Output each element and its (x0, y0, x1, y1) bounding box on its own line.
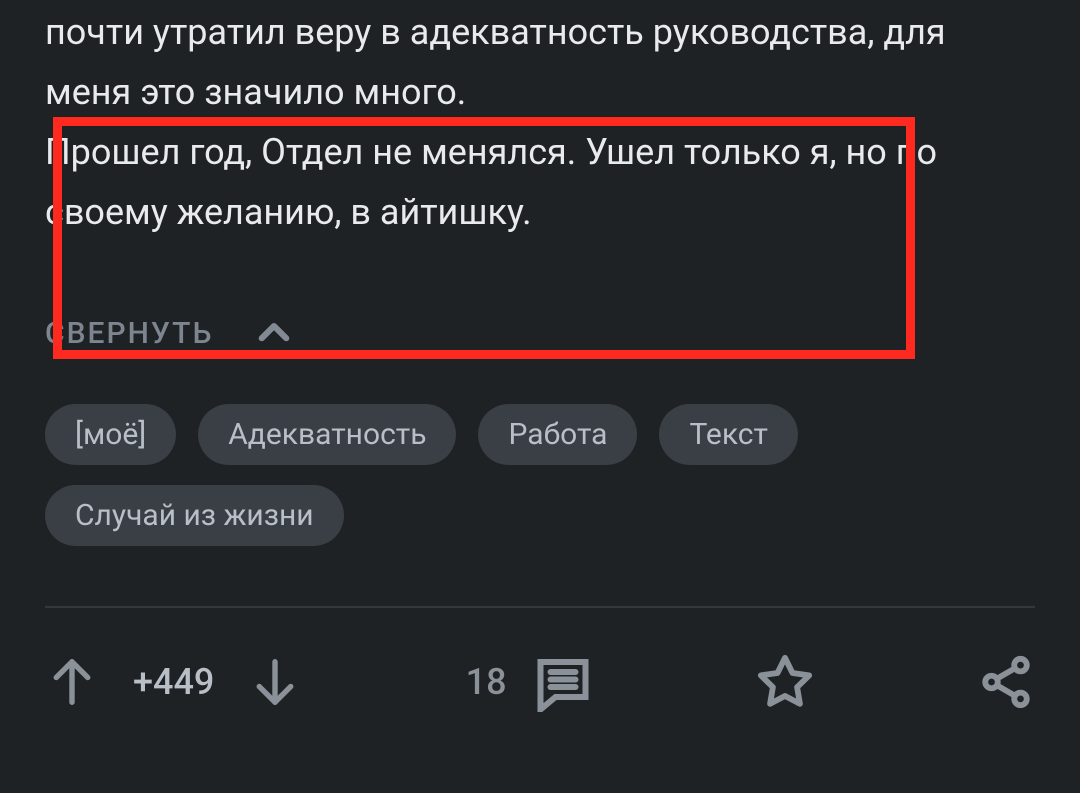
tag-chip[interactable]: [моё] (45, 404, 176, 465)
comments-count: 18 (466, 661, 507, 703)
bookmark-button[interactable] (756, 653, 814, 711)
tag-chip[interactable]: Текст (659, 404, 797, 465)
tag-chip[interactable]: Случай из жизни (45, 485, 344, 546)
tag-chip[interactable]: Работа (478, 404, 637, 465)
share-button[interactable] (977, 653, 1035, 711)
comment-icon (533, 652, 593, 712)
vote-score: +449 (133, 661, 214, 703)
tag-chip[interactable]: Адекватность (198, 404, 456, 465)
tag-list: [моё] Адекватность Работа Текст Случай и… (45, 404, 1035, 546)
action-bar: +449 18 (45, 608, 1035, 712)
downvote-button[interactable] (248, 655, 302, 709)
upvote-button[interactable] (45, 655, 99, 709)
post-container: почти утратил веру в адекватность руково… (0, 0, 1080, 712)
collapse-label: СВЕРНУТЬ (45, 316, 213, 351)
chevron-up-icon (253, 312, 295, 354)
comments-button[interactable]: 18 (466, 652, 593, 712)
collapse-button[interactable]: СВЕРНУТЬ (45, 312, 1035, 354)
vote-group: +449 (45, 655, 302, 709)
post-text-line-1: почти утратил веру в адекватность руково… (45, 11, 946, 113)
post-text-line-2: Прошел год, Отдел не менялся. Ушел тольк… (45, 131, 937, 233)
post-body-text: почти утратил веру в адекватность руково… (45, 0, 1035, 242)
